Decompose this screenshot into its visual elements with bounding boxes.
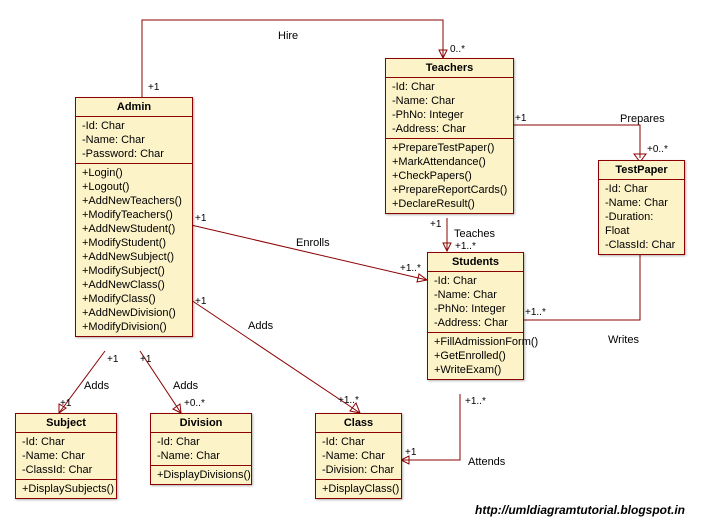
assoc-hire: Hire	[278, 30, 298, 42]
class-name: Subject	[16, 414, 116, 433]
mult-teacher-hire: 0..*	[450, 44, 465, 55]
mult-admin-div: +1	[140, 354, 151, 365]
assoc-adds-subject: Adds	[84, 380, 109, 392]
class-name: Admin	[76, 98, 192, 117]
mult-s-wr: +1..*	[525, 307, 546, 318]
class-name: Students	[428, 253, 523, 272]
attributes: -Id: Char-Name: Char	[151, 433, 251, 466]
assoc-enrolls: Enrolls	[296, 237, 330, 249]
mult-admin-en: +1	[195, 213, 206, 224]
mult-c-at: +1	[405, 447, 416, 458]
class-testpaper: TestPaper-Id: Char-Name: Char-Duration: …	[598, 160, 685, 255]
assoc-writes: Writes	[608, 334, 639, 346]
attributes: -Id: Char-Name: Char-Password: Char	[76, 117, 192, 164]
assoc-prepares: Prepares	[620, 113, 665, 125]
class-name: Class	[316, 414, 401, 433]
class-teachers: Teachers-Id: Char-Name: Char-PhNo: Integ…	[385, 58, 514, 214]
source-url: http://umldiagramtutorial.blogspot.in	[475, 503, 685, 517]
mult-en: +1..*	[400, 263, 421, 274]
mult-tp-prep: +0..*	[647, 144, 668, 155]
attributes: -Id: Char-Name: Char-PhNo: Integer-Addre…	[386, 78, 513, 139]
attributes: -Id: Char-Name: Char-Duration: Float-Cla…	[599, 180, 684, 254]
class-name: Teachers	[386, 59, 513, 78]
assoc-attends: Attends	[468, 456, 505, 468]
methods: +DisplayClass()	[316, 480, 401, 498]
class-class: Class-Id: Char-Name: Char-Division: Char…	[315, 413, 402, 499]
methods: +Login()+Logout()+AddNewTeachers()+Modif…	[76, 164, 192, 336]
mult-sub: +1	[60, 398, 71, 409]
class-name: TestPaper	[599, 161, 684, 180]
mult-cls: +1..*	[338, 395, 359, 406]
mult-div: +0..*	[184, 398, 205, 409]
mult-s-at: +1..*	[465, 396, 486, 407]
mult-admin-cls: +1	[195, 296, 206, 307]
class-students: Students-Id: Char-Name: Char-PhNo: Integ…	[427, 252, 524, 380]
methods: +PrepareTestPaper()+MarkAttendance()+Che…	[386, 139, 513, 213]
class-admin: Admin-Id: Char-Name: Char-Password: Char…	[75, 97, 193, 337]
methods: +DisplayDivisions()	[151, 466, 251, 484]
assoc-adds-class: Adds	[248, 320, 273, 332]
mult-t-prep: +1	[515, 113, 526, 124]
class-subject: Subject-Id: Char-Name: Char-ClassId: Cha…	[15, 413, 117, 499]
mult-admin-hire: +1	[148, 82, 159, 93]
mult-admin-sub: +1	[107, 354, 118, 365]
attributes: -Id: Char-Name: Char-PhNo: Integer-Addre…	[428, 272, 523, 333]
mult-s-tch: +1..*	[455, 241, 476, 252]
class-division: Division-Id: Char-Name: Char+DisplayDivi…	[150, 413, 252, 485]
methods: +FillAdmissionForm()+GetEnrolled()+Write…	[428, 333, 523, 379]
assoc-teaches: Teaches	[454, 228, 495, 240]
mult-t-tch: +1	[430, 219, 441, 230]
class-name: Division	[151, 414, 251, 433]
attributes: -Id: Char-Name: Char-ClassId: Char	[16, 433, 116, 480]
methods: +DisplaySubjects()	[16, 480, 116, 498]
attributes: -Id: Char-Name: Char-Division: Char	[316, 433, 401, 480]
assoc-adds-div: Adds	[173, 380, 198, 392]
